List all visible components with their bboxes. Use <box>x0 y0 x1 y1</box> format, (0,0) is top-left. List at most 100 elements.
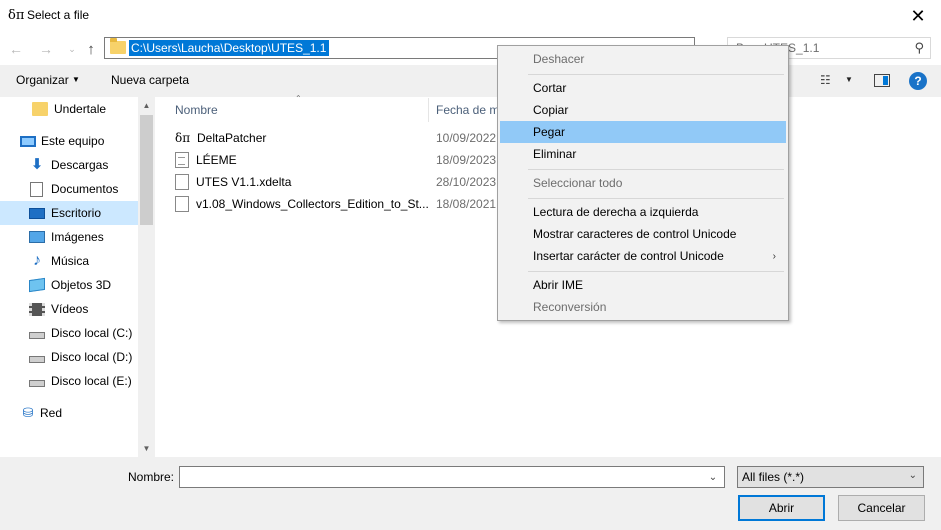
drive-icon <box>29 379 45 387</box>
file-name-input[interactable] <box>179 466 725 488</box>
column-separator[interactable] <box>428 98 429 122</box>
file-row[interactable]: LÉEME 18/09/2023 <box>175 149 505 171</box>
menu-separator <box>528 271 784 272</box>
help-icon[interactable]: ? <box>909 72 927 90</box>
sidebar-scrollbar[interactable]: ▲ ▼ <box>138 97 155 457</box>
file-name-label: Nombre: <box>128 470 175 484</box>
menu-item-label: Insertar carácter de control Unicode <box>533 249 724 263</box>
file-name: UTES V1.1.xdelta <box>196 175 292 189</box>
sidebar-item-label: Disco local (D:) <box>51 350 133 364</box>
sidebar-item-label: Documentos <box>51 182 119 196</box>
arrow-up-icon: ↑ <box>87 40 95 58</box>
pictures-icon <box>29 231 45 243</box>
open-button[interactable]: Abrir <box>738 495 825 521</box>
sidebar-item-desktop[interactable]: Escritorio <box>0 201 138 225</box>
menu-item-delete[interactable]: Eliminar <box>500 143 786 165</box>
close-icon: ✕ <box>910 5 926 26</box>
computer-icon <box>20 135 36 147</box>
file-date: 28/10/2023 <box>436 175 497 189</box>
sidebar-item-label: Música <box>51 254 90 268</box>
sidebar-item-drive-c[interactable]: Disco local (C:) <box>29 321 138 345</box>
network-icon: ⛁ <box>22 405 34 420</box>
menu-item-reconversion[interactable]: Reconversión <box>500 296 786 318</box>
videos-icon <box>29 302 45 316</box>
file-date: 10/09/2022 <box>436 131 497 145</box>
sidebar-item-label: Este equipo <box>41 134 105 148</box>
up-button[interactable]: ↑ <box>82 40 100 58</box>
sidebar-item-this-pc[interactable]: Este equipo <box>20 129 138 153</box>
menu-item-paste[interactable]: Pegar <box>500 121 786 143</box>
blank-file-icon <box>175 174 189 190</box>
sidebar-item-network[interactable]: ⛁ Red <box>20 401 138 425</box>
app-icon: δπ <box>8 8 25 23</box>
view-options-icon[interactable]: ☷ <box>820 73 831 87</box>
file-name: DeltaPatcher <box>197 131 267 145</box>
file-type-value: All files (*.*) <box>742 470 805 484</box>
sidebar-item-3d-objects[interactable]: Objetos 3D <box>29 273 138 297</box>
sidebar-item-label: Red <box>40 406 63 420</box>
column-header-date[interactable]: Fecha de m <box>436 103 499 117</box>
navigation-pane: Undertale Este equipo ⬇ Descargas Docume… <box>0 97 156 457</box>
menu-item-cut[interactable]: Cortar <box>500 77 786 99</box>
chevron-down-icon: ⌄ <box>68 43 76 54</box>
title-bar <box>0 0 941 32</box>
forward-button[interactable]: → <box>37 40 55 58</box>
scroll-down-icon[interactable]: ▼ <box>138 440 155 457</box>
scroll-up-icon[interactable]: ▲ <box>138 97 155 114</box>
drive-icon <box>29 355 45 363</box>
cancel-button[interactable]: Cancelar <box>838 495 925 521</box>
search-icon: ⚲ <box>914 40 924 55</box>
file-row[interactable]: δπ DeltaPatcher 10/09/2022 <box>175 127 505 149</box>
menu-item-rtl-reading[interactable]: Lectura de derecha a izquierda <box>500 201 786 223</box>
sidebar-item-label: Undertale <box>54 102 107 116</box>
menu-item-open-ime[interactable]: Abrir IME <box>500 274 786 296</box>
file-row[interactable]: UTES V1.1.xdelta 28/10/2023 <box>175 171 505 193</box>
sidebar-item-label: Objetos 3D <box>51 278 112 292</box>
file-row[interactable]: v1.08_Windows_Collectors_Edition_to_St..… <box>175 193 505 215</box>
menu-item-undo[interactable]: Deshacer <box>500 48 786 70</box>
back-button[interactable]: ← <box>7 40 25 58</box>
caret-down-icon[interactable]: ▼ <box>845 75 853 84</box>
close-button[interactable]: ✕ <box>895 0 941 32</box>
sidebar-item-label: Imágenes <box>51 230 104 244</box>
file-name-dropdown-button[interactable]: ⌄ <box>703 467 723 487</box>
sidebar-item-drive-e[interactable]: Disco local (E:) <box>29 369 138 393</box>
drive-icon <box>29 331 45 339</box>
column-header-name[interactable]: Nombre <box>175 103 218 117</box>
sidebar-item-label: Descargas <box>51 158 109 172</box>
menu-separator <box>528 198 784 199</box>
sidebar-item-pictures[interactable]: Imágenes <box>29 225 138 249</box>
recent-locations-button[interactable]: ⌄ <box>63 40 81 58</box>
menu-item-copy[interactable]: Copiar <box>500 99 786 121</box>
arrow-right-icon: → <box>39 41 53 57</box>
preview-pane-icon[interactable] <box>874 74 890 87</box>
file-type-select[interactable]: All files (*.*) ⌄ <box>737 466 924 488</box>
sidebar-item-documents[interactable]: Documentos <box>29 177 138 201</box>
desktop-icon <box>29 207 45 219</box>
sidebar-item-label: Disco local (C:) <box>51 326 133 340</box>
menu-item-insert-unicode[interactable]: Insertar carácter de control Unicode › <box>500 245 786 267</box>
sort-ascending-icon: ⌃ <box>295 94 302 103</box>
new-folder-button[interactable]: Nueva carpeta <box>111 73 189 87</box>
documents-icon <box>30 181 43 197</box>
address-text[interactable]: C:\Users\Laucha\Desktop\UTES_1.1 <box>129 40 330 56</box>
menu-separator <box>528 169 784 170</box>
music-icon: ♪ <box>33 252 41 269</box>
organize-button[interactable]: Organizar <box>16 73 69 87</box>
sidebar-item-music[interactable]: ♪ Música <box>29 249 138 273</box>
chevron-down-icon: ⌄ <box>908 470 917 481</box>
menu-item-select-all[interactable]: Seleccionar todo <box>500 172 786 194</box>
scrollbar-thumb[interactable] <box>140 115 153 225</box>
sidebar-item-label: Disco local (E:) <box>51 374 132 388</box>
sidebar-item-undertale[interactable]: Undertale <box>32 97 138 121</box>
menu-item-show-unicode[interactable]: Mostrar caracteres de control Unicode <box>500 223 786 245</box>
folder-icon <box>110 38 126 54</box>
app-icon: δπ <box>175 131 191 145</box>
sidebar-item-downloads[interactable]: ⬇ Descargas <box>29 153 138 177</box>
arrow-left-icon: ← <box>9 41 23 57</box>
file-date: 18/09/2023 <box>436 153 497 167</box>
sidebar-item-videos[interactable]: Vídeos <box>29 297 138 321</box>
file-name: v1.08_Windows_Collectors_Edition_to_St..… <box>196 197 429 211</box>
sidebar-item-drive-d[interactable]: Disco local (D:) <box>29 345 138 369</box>
sidebar-item-label: Escritorio <box>51 206 102 220</box>
